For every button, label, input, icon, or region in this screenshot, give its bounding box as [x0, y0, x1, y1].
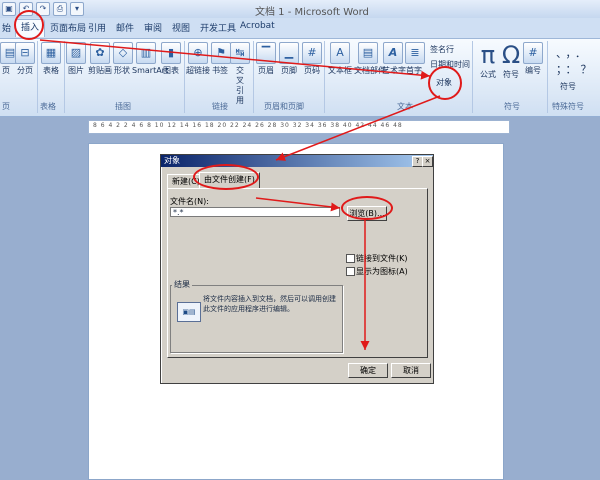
arrow-insert-to-object: [39, 39, 431, 80]
arrow-object-to-dialog: [275, 95, 441, 161]
annotation-arrows: [39, 39, 441, 350]
arrow-tab-to-browse: [255, 197, 341, 212]
